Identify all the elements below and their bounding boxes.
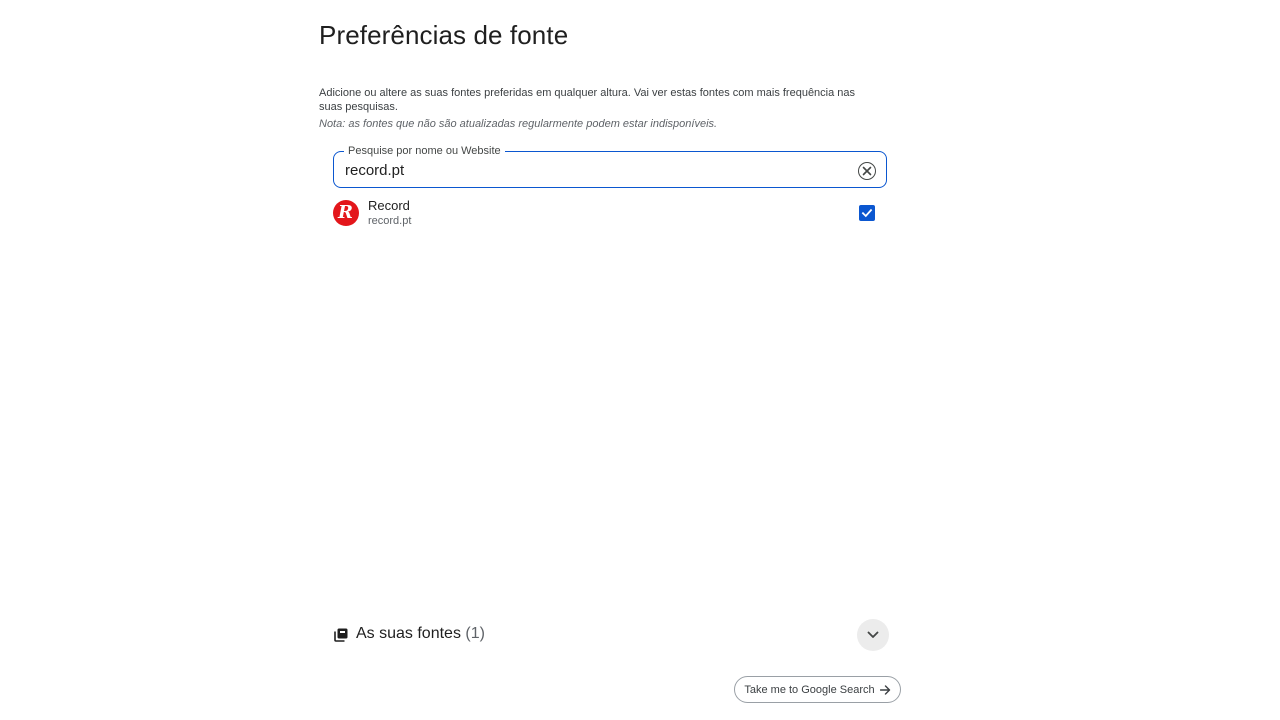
- source-name: Record: [368, 198, 410, 213]
- google-search-button[interactable]: Take me to Google Search: [734, 676, 901, 703]
- your-sources-title: As suas fontes: [356, 625, 461, 642]
- list-item[interactable]: R Record record.pt: [333, 197, 885, 231]
- clear-icon[interactable]: [858, 162, 876, 180]
- page-note: Nota: as fontes que não são atualizadas …: [319, 118, 718, 130]
- record-logo: R: [333, 200, 359, 226]
- search-label: Pesquise por nome ou Website: [344, 144, 505, 158]
- search-input[interactable]: [345, 160, 835, 180]
- check-icon: [861, 208, 873, 218]
- google-search-button-label: Take me to Google Search: [744, 683, 875, 696]
- record-logo-letter: R: [338, 202, 353, 223]
- chevron-down-icon: [867, 631, 879, 638]
- your-sources-label: As suas fontes (1): [356, 625, 485, 643]
- sources-stack-icon: [334, 628, 348, 642]
- source-domain: record.pt: [368, 215, 412, 227]
- page: Preferências de fonte Adicione ou altere…: [0, 0, 1280, 720]
- clear-x-glyph: [862, 166, 872, 176]
- your-sources-section[interactable]: As suas fontes (1): [333, 619, 889, 651]
- source-checkbox[interactable]: [859, 205, 875, 221]
- search-field[interactable]: Pesquise por nome ou Website: [333, 144, 887, 188]
- arrow-right-icon: [879, 684, 890, 695]
- page-title: Preferências de fonte: [319, 20, 569, 50]
- expand-button[interactable]: [857, 619, 889, 651]
- your-sources-count: (1): [465, 625, 485, 642]
- page-description: Adicione ou altere as suas fontes prefer…: [319, 87, 856, 113]
